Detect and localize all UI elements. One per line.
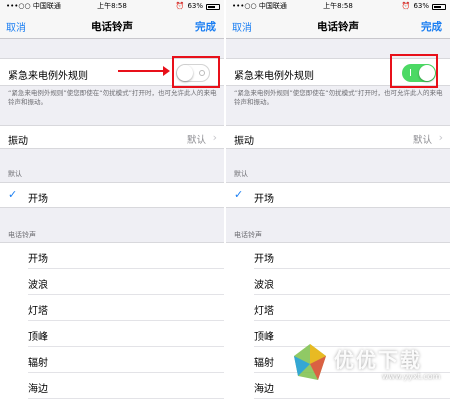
ringtones-section-header: 电话铃声 — [8, 231, 36, 239]
watermark-logo-icon — [294, 344, 326, 380]
ringtones-section-header: 电话铃声 — [234, 231, 262, 239]
emergency-bypass-footnote: “紧急来电例外规则”使您即使在“勿扰模式”打开时，也可允许此人的来电铃声和振动。 — [234, 89, 443, 106]
done-button[interactable]: 完成 — [421, 19, 442, 34]
done-button[interactable]: 完成 — [195, 19, 216, 34]
ringtone-item[interactable]: 海边 — [0, 373, 224, 399]
vibration-value: 默认 — [412, 135, 432, 146]
default-ringtone-row[interactable]: ✓ 开场 — [0, 182, 224, 208]
ringtone-label: 开场 — [28, 254, 48, 265]
status-right: ⏰ 63% — [402, 0, 446, 13]
default-ringtone-row[interactable]: ✓ 开场 — [226, 182, 450, 208]
vibration-row[interactable]: 振动 默认 › — [0, 125, 224, 149]
ringtone-label: 灯塔 — [28, 306, 48, 317]
ringtone-item[interactable]: 波浪 — [0, 269, 224, 295]
ringtone-label: 顶峰 — [28, 332, 48, 343]
ringtone-item[interactable]: 开场 — [0, 243, 224, 269]
ringtone-item[interactable]: 开场 — [226, 243, 450, 269]
checkmark-icon: ✓ — [234, 188, 244, 201]
watermark: 优优下载 www.yyxt.com — [290, 340, 450, 399]
ringtone-label: 辐射 — [254, 358, 274, 369]
alarm-icon: ⏰ — [175, 2, 185, 10]
vibration-label: 振动 — [234, 136, 254, 147]
default-section-header: 默认 — [234, 170, 248, 178]
navigation-bar: 取消 电话铃声 完成 — [226, 13, 450, 39]
ringtone-label: 灯塔 — [254, 306, 274, 317]
ringtone-label: 海边 — [28, 384, 48, 395]
page-title: 电话铃声 — [317, 21, 359, 33]
vibration-value: 默认 — [186, 135, 206, 146]
red-arrow-icon — [118, 66, 170, 76]
ringtone-item[interactable]: 灯塔 — [226, 295, 450, 321]
vibration-row[interactable]: 振动 默认 › — [226, 125, 450, 149]
chevron-right-icon: › — [438, 131, 443, 144]
ringtone-label: 海边 — [254, 384, 274, 395]
alarm-icon: ⏰ — [401, 2, 411, 10]
page-title: 电话铃声 — [91, 21, 133, 33]
watermark-text: 优优下载 — [334, 348, 422, 372]
ringtone-item[interactable]: 灯塔 — [0, 295, 224, 321]
status-bar: •••○○ 中国联通 上午8:58 ⏰ 63% — [0, 0, 224, 13]
ringtone-item[interactable]: 顶峰 — [0, 321, 224, 347]
highlight-box — [390, 54, 438, 88]
ringtone-label: 波浪 — [28, 280, 48, 291]
highlight-box — [172, 56, 220, 88]
default-section-header: 默认 — [8, 170, 22, 178]
chevron-right-icon: › — [212, 131, 217, 144]
default-ringtone-label: 开场 — [254, 194, 274, 205]
battery-icon — [206, 3, 220, 10]
ringtone-label: 波浪 — [254, 280, 274, 291]
ringtone-label: 顶峰 — [254, 332, 274, 343]
ringtone-item[interactable]: 波浪 — [226, 269, 450, 295]
emergency-bypass-label: 紧急来电例外规则 — [234, 71, 314, 82]
navigation-bar: 取消 电话铃声 完成 — [0, 13, 224, 39]
ringtone-list: 开场 波浪 灯塔 顶峰 辐射 海边 — [0, 242, 224, 399]
watermark-url: www.yyxt.com — [382, 372, 441, 381]
emergency-bypass-footnote: “紧急来电例外规则”使您即使在“勿扰模式”打开时，也可允许此人的来电铃声和振动。 — [8, 89, 217, 106]
vibration-label: 振动 — [8, 136, 28, 147]
checkmark-icon: ✓ — [8, 188, 18, 201]
settings-screen-before: •••○○ 中国联通 上午8:58 ⏰ 63% 取消 电话铃声 完成 紧急来电例… — [0, 0, 224, 399]
battery-icon — [432, 3, 446, 10]
ringtone-label: 辐射 — [28, 358, 48, 369]
status-bar: •••○○ 中国联通 上午8:58 ⏰ 63% — [226, 0, 450, 13]
ringtone-label: 开场 — [254, 254, 274, 265]
emergency-bypass-label: 紧急来电例外规则 — [8, 71, 88, 82]
default-ringtone-label: 开场 — [28, 194, 48, 205]
ringtone-item[interactable]: 辐射 — [0, 347, 224, 373]
battery-percent: 63% — [413, 2, 429, 10]
status-right: ⏰ 63% — [176, 0, 220, 13]
battery-percent: 63% — [187, 2, 203, 10]
